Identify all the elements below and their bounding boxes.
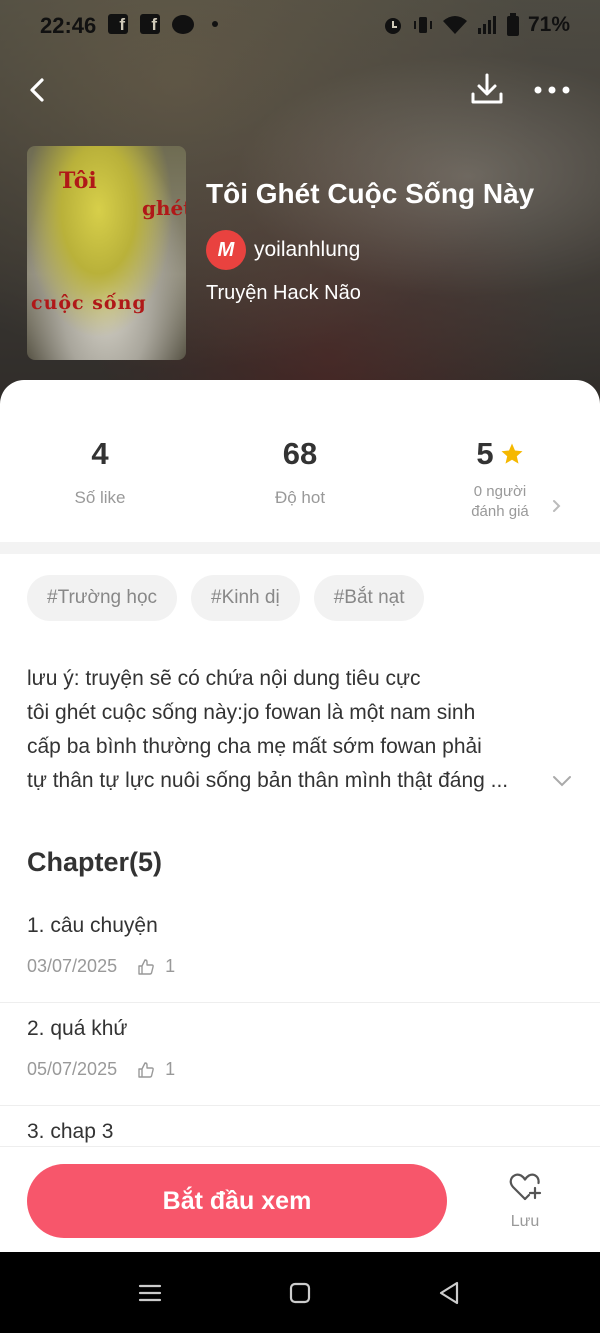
start-reading-button[interactable]: Bắt đầu xem xyxy=(27,1164,447,1238)
cover-title-word: cuộc sống xyxy=(31,292,147,314)
signal-icon xyxy=(477,16,496,34)
save-label: Lưu xyxy=(510,1213,540,1230)
status-time: 22:46 xyxy=(40,13,97,38)
author-link[interactable]: M yoilanhlung xyxy=(206,230,360,270)
tag-chip[interactable]: #Bắt nạt xyxy=(313,575,425,621)
book-title: Tôi Ghét Cuộc Sống Này xyxy=(206,178,535,209)
chapter-title: 1. câu chuyện xyxy=(27,914,158,937)
chapter-item[interactable]: 1. câu chuyện 03/07/2025 1 xyxy=(0,900,600,1003)
download-icon xyxy=(471,73,503,104)
system-navigation-bar xyxy=(0,1252,600,1333)
tag-chip[interactable]: #Trường học xyxy=(27,575,178,621)
author-avatar: M xyxy=(206,230,246,270)
back-icon[interactable] xyxy=(435,1278,465,1308)
vibrate-icon xyxy=(413,17,432,33)
rating-value: 5 xyxy=(476,436,494,471)
facebook-icon: f xyxy=(140,14,160,34)
book-detail-panel: 4 Số like 68 Độ hot 5 0 người đánh giá #… xyxy=(0,380,600,1250)
description-line: tôi ghét cuộc sống này:jo fowan là một n… xyxy=(27,701,476,724)
cover-title-word: ghét xyxy=(142,196,186,220)
more-notifications-icon xyxy=(212,21,218,27)
battery-icon xyxy=(506,13,519,36)
chapter-likes: 1 xyxy=(165,1059,176,1079)
likes-count: 4 xyxy=(91,436,109,471)
more-options-button[interactable] xyxy=(532,72,572,108)
chapter-date: 03/07/2025 xyxy=(27,956,118,976)
chapter-list-header: Chapter(5) xyxy=(27,847,163,877)
messenger-icon xyxy=(172,14,194,34)
chapter-date: 05/07/2025 xyxy=(27,1059,118,1079)
star-icon xyxy=(501,443,523,464)
likes-label: Số like xyxy=(74,488,126,507)
top-navigation xyxy=(0,66,600,114)
bottom-action-bar: Bắt đầu xem Lưu xyxy=(0,1146,600,1252)
recent-apps-icon[interactable] xyxy=(135,1278,165,1308)
description-line: lưu ý: truyện sẽ có chứa nội dung tiêu c… xyxy=(27,667,421,690)
hotness-label: Độ hot xyxy=(274,488,326,507)
tag-chip[interactable]: #Kinh dị xyxy=(191,575,300,621)
facebook-icon: f xyxy=(108,14,128,34)
status-bar: 22:46 f f 71% xyxy=(0,0,600,52)
chapter-title: 2. quá khứ xyxy=(27,1017,128,1040)
stat-rating[interactable]: 5 0 người đánh giá xyxy=(400,436,600,522)
back-button[interactable] xyxy=(20,72,56,108)
stat-likes: 4 Số like xyxy=(0,436,200,508)
wifi-icon xyxy=(442,16,467,34)
chapter-item[interactable]: 2. quá khứ 05/07/2025 1 xyxy=(0,1003,600,1106)
chapter-likes: 1 xyxy=(165,956,176,976)
chevron-down-icon[interactable] xyxy=(552,774,572,788)
alarm-icon xyxy=(384,18,401,34)
book-category[interactable]: Truyện Hack Não xyxy=(206,282,361,305)
save-button[interactable]: Lưu xyxy=(490,1169,560,1231)
stat-hotness: 68 Độ hot xyxy=(200,436,400,508)
chevron-right-icon[interactable] xyxy=(548,496,564,516)
book-description[interactable]: lưu ý: truyện sẽ có chứa nội dung tiêu c… xyxy=(27,662,567,798)
thumbs-up-icon xyxy=(138,1061,154,1078)
author-name: yoilanhlung xyxy=(254,238,361,261)
chapter-title: 3. chap 3 xyxy=(27,1120,114,1143)
more-dots-icon xyxy=(534,86,570,94)
thumbs-up-icon xyxy=(138,958,154,975)
cover-title-word: Tôi xyxy=(59,168,97,194)
heart-plus-icon xyxy=(509,1173,542,1201)
rating-count-label: đánh giá xyxy=(471,503,529,520)
tag-list: #Trường học #Kinh dị #Bắt nạt xyxy=(27,575,425,621)
description-line: tự thân tự lực nuôi sống bản thân mình t… xyxy=(27,769,509,792)
battery-level: 71% xyxy=(527,13,570,36)
chevron-left-icon xyxy=(30,78,44,102)
book-cover-image[interactable]: Tôi ghét cuộc sống xyxy=(27,146,186,360)
stats-row: 4 Số like 68 Độ hot 5 0 người đánh giá xyxy=(0,436,600,536)
section-divider xyxy=(0,542,600,554)
description-line: cấp ba bình thường cha mẹ mất sớm fowan … xyxy=(27,735,482,758)
home-icon[interactable] xyxy=(285,1278,315,1308)
rating-count-label: 0 người xyxy=(473,483,527,500)
hotness-count: 68 xyxy=(282,436,318,471)
download-button[interactable] xyxy=(468,70,506,108)
